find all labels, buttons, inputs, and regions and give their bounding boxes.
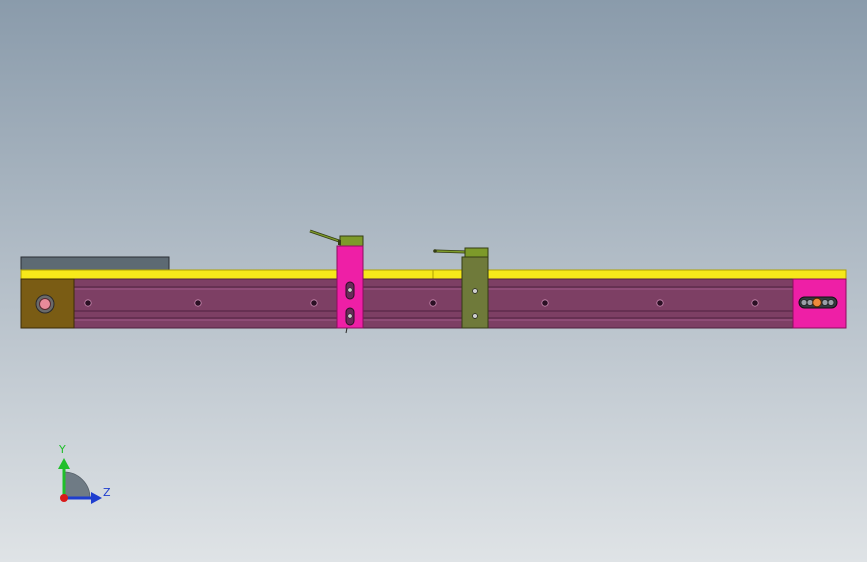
bolt-hole-icon (347, 287, 353, 293)
slot-bolt-icon (800, 299, 808, 306)
slot-bolt-icon (806, 299, 814, 306)
bolt-hole-icon (429, 299, 437, 307)
lever-knob (433, 249, 437, 253)
model-view[interactable] (0, 0, 867, 562)
cover-plate[interactable] (20, 256, 170, 271)
idler-pin-icon[interactable] (812, 297, 822, 308)
bolt-hole-icon (656, 299, 664, 307)
bolt-hole-icon (472, 288, 478, 294)
drive-shaft-icon[interactable] (39, 298, 51, 310)
z-axis-label: Z (103, 486, 111, 499)
slot-bolt-icon (821, 299, 829, 306)
slot-bolt-icon (827, 299, 835, 306)
bolt-hole-icon (472, 313, 478, 319)
stopper-cylinder-right (464, 247, 489, 258)
y-axis-label: Y (59, 443, 66, 456)
stopper-cylinder-left (339, 235, 364, 247)
triad-origin (60, 494, 68, 502)
bolt-hole-icon (347, 313, 353, 319)
bolt-hole-icon (194, 299, 202, 307)
cad-viewport[interactable]: Y Z (0, 0, 867, 562)
bolt-hole-icon (84, 299, 92, 307)
bolt-hole-icon (751, 299, 759, 307)
bolt-hole-icon (310, 299, 318, 307)
bolt-hole-icon (541, 299, 549, 307)
stopper-lever-right-highlight (434, 250, 467, 253)
stopper-cylinder-left-rod (338, 240, 341, 245)
